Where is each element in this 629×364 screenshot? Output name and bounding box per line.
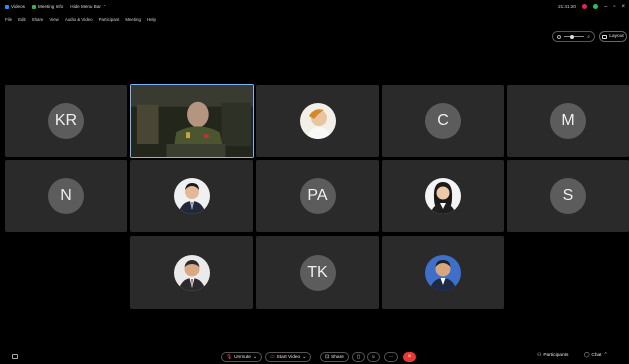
close-icon: × bbox=[407, 354, 412, 360]
avatar-initials: S bbox=[550, 178, 586, 214]
share-screen-icon: ⊡ bbox=[325, 354, 330, 360]
participant-tile[interactable]: S bbox=[507, 160, 629, 232]
participant-photo bbox=[425, 178, 461, 214]
menu-meeting[interactable]: Meeting bbox=[125, 17, 141, 22]
reactions-button[interactable]: ☺ bbox=[367, 352, 380, 362]
avatar-initials: M bbox=[550, 103, 586, 139]
participant-tile[interactable] bbox=[382, 236, 504, 309]
avatar-initials: TK bbox=[299, 254, 336, 291]
zoom-out-icon[interactable] bbox=[557, 34, 561, 39]
participant-photo bbox=[173, 254, 210, 291]
record-indicator-icon bbox=[582, 4, 587, 9]
zoom-track[interactable] bbox=[564, 34, 585, 39]
menu-share[interactable]: Share bbox=[32, 17, 44, 22]
avatar-initials: N bbox=[48, 178, 84, 214]
participant-tile[interactable] bbox=[382, 160, 504, 232]
participant-video bbox=[131, 85, 253, 157]
layout-label: Layout bbox=[609, 34, 624, 39]
participant-tile[interactable]: TK bbox=[256, 236, 379, 309]
title-bar: Videos Meeting Info Hide Menu Bar ⌃ 21:4… bbox=[0, 0, 629, 13]
record-button[interactable]: ▯ bbox=[352, 352, 365, 362]
chevron-up-icon: ⌃ bbox=[102, 4, 107, 9]
participant-tile[interactable] bbox=[130, 236, 253, 309]
unmute-label: Unmute bbox=[234, 354, 251, 360]
record-icon: ▯ bbox=[357, 354, 360, 360]
participant-tile[interactable]: N bbox=[5, 160, 127, 232]
participants-icon: ⚇ bbox=[537, 353, 542, 358]
chevron-down-icon[interactable]: ⌄ bbox=[253, 355, 257, 360]
end-meeting-button[interactable]: × bbox=[403, 352, 416, 362]
chevron-up-icon[interactable]: ⌃ bbox=[604, 353, 608, 358]
magnifier-icon[interactable]: ⌕ bbox=[587, 34, 590, 40]
muted-microphone-icon: 🎙 bbox=[226, 354, 233, 360]
meeting-info-button[interactable]: Meeting Info bbox=[31, 4, 64, 9]
hide-menu-bar-button[interactable]: Hide Menu Bar ⌃ bbox=[70, 4, 106, 9]
participant-tile[interactable]: PA bbox=[256, 160, 379, 232]
info-icon bbox=[31, 4, 36, 9]
participant-tile[interactable] bbox=[256, 85, 379, 157]
participant-photo bbox=[425, 254, 461, 291]
participant-tile[interactable]: C bbox=[382, 85, 504, 157]
minimize-icon[interactable]: – bbox=[604, 4, 607, 10]
menu-file[interactable]: File bbox=[5, 17, 12, 22]
participant-tile[interactable]: M bbox=[507, 85, 629, 157]
menu-help[interactable]: Help bbox=[147, 17, 156, 22]
more-icon: ⋯ bbox=[388, 354, 394, 360]
chat-label: Chat bbox=[591, 353, 602, 358]
meeting-toolbar: 🎙 Unmute ⌄ ▭ Start Video ⌄ ⊡ Share ▯ ☺ ⋯… bbox=[0, 348, 629, 364]
participant-photo bbox=[173, 178, 210, 214]
shield-icon bbox=[5, 4, 9, 9]
menu-edit[interactable]: Edit bbox=[18, 17, 26, 22]
participant-tile-active-speaker[interactable] bbox=[130, 84, 254, 158]
participant-photo bbox=[299, 103, 336, 139]
participants-button[interactable]: ⚇ Participants bbox=[537, 353, 568, 358]
unmute-button[interactable]: 🎙 Unmute ⌄ bbox=[221, 352, 262, 362]
avatar-initials: KR bbox=[48, 103, 84, 139]
restore-icon[interactable]: ▫ bbox=[613, 4, 615, 10]
share-button[interactable]: ⊡ Share bbox=[320, 352, 349, 362]
zoom-knob[interactable] bbox=[570, 34, 575, 39]
videos-label: Videos bbox=[11, 4, 25, 9]
hide-menu-bar-label: Hide Menu Bar bbox=[70, 4, 101, 9]
layout-icon bbox=[602, 34, 608, 39]
avatar-initials: C bbox=[425, 103, 461, 139]
captions-icon[interactable] bbox=[12, 354, 18, 359]
menu-audio-video[interactable]: Audio & Video bbox=[65, 17, 93, 22]
reactions-icon: ☺ bbox=[371, 354, 376, 360]
menu-view[interactable]: View bbox=[49, 17, 58, 22]
menu-bar: File Edit Share View Audio & Video Parti… bbox=[5, 15, 156, 24]
participant-tile[interactable]: KR bbox=[5, 85, 127, 157]
videos-menu[interactable]: Videos bbox=[5, 4, 25, 9]
connection-status-icon bbox=[593, 4, 598, 9]
participants-label: Participants bbox=[543, 353, 569, 358]
share-label: Share bbox=[331, 354, 344, 360]
menu-participant[interactable]: Participant bbox=[99, 17, 120, 22]
meeting-info-label: Meeting Info bbox=[37, 4, 64, 9]
avatar-initials: PA bbox=[299, 178, 336, 214]
layout-button[interactable]: Layout bbox=[599, 31, 627, 42]
video-off-icon: ▭ bbox=[270, 354, 275, 360]
start-video-button[interactable]: ▭ Start Video ⌄ bbox=[265, 352, 312, 362]
chat-button[interactable]: ◯ Chat ⌃ bbox=[584, 353, 608, 358]
meeting-clock: 21:41:20 bbox=[558, 4, 576, 9]
participant-tile[interactable] bbox=[130, 160, 253, 232]
close-icon[interactable]: × bbox=[621, 4, 625, 10]
chevron-down-icon[interactable]: ⌄ bbox=[302, 355, 306, 360]
more-button[interactable]: ⋯ bbox=[384, 352, 398, 362]
start-video-label: Start Video bbox=[276, 354, 301, 360]
chat-icon: ◯ bbox=[584, 353, 590, 358]
zoom-slider[interactable]: ⌕ bbox=[552, 31, 595, 42]
